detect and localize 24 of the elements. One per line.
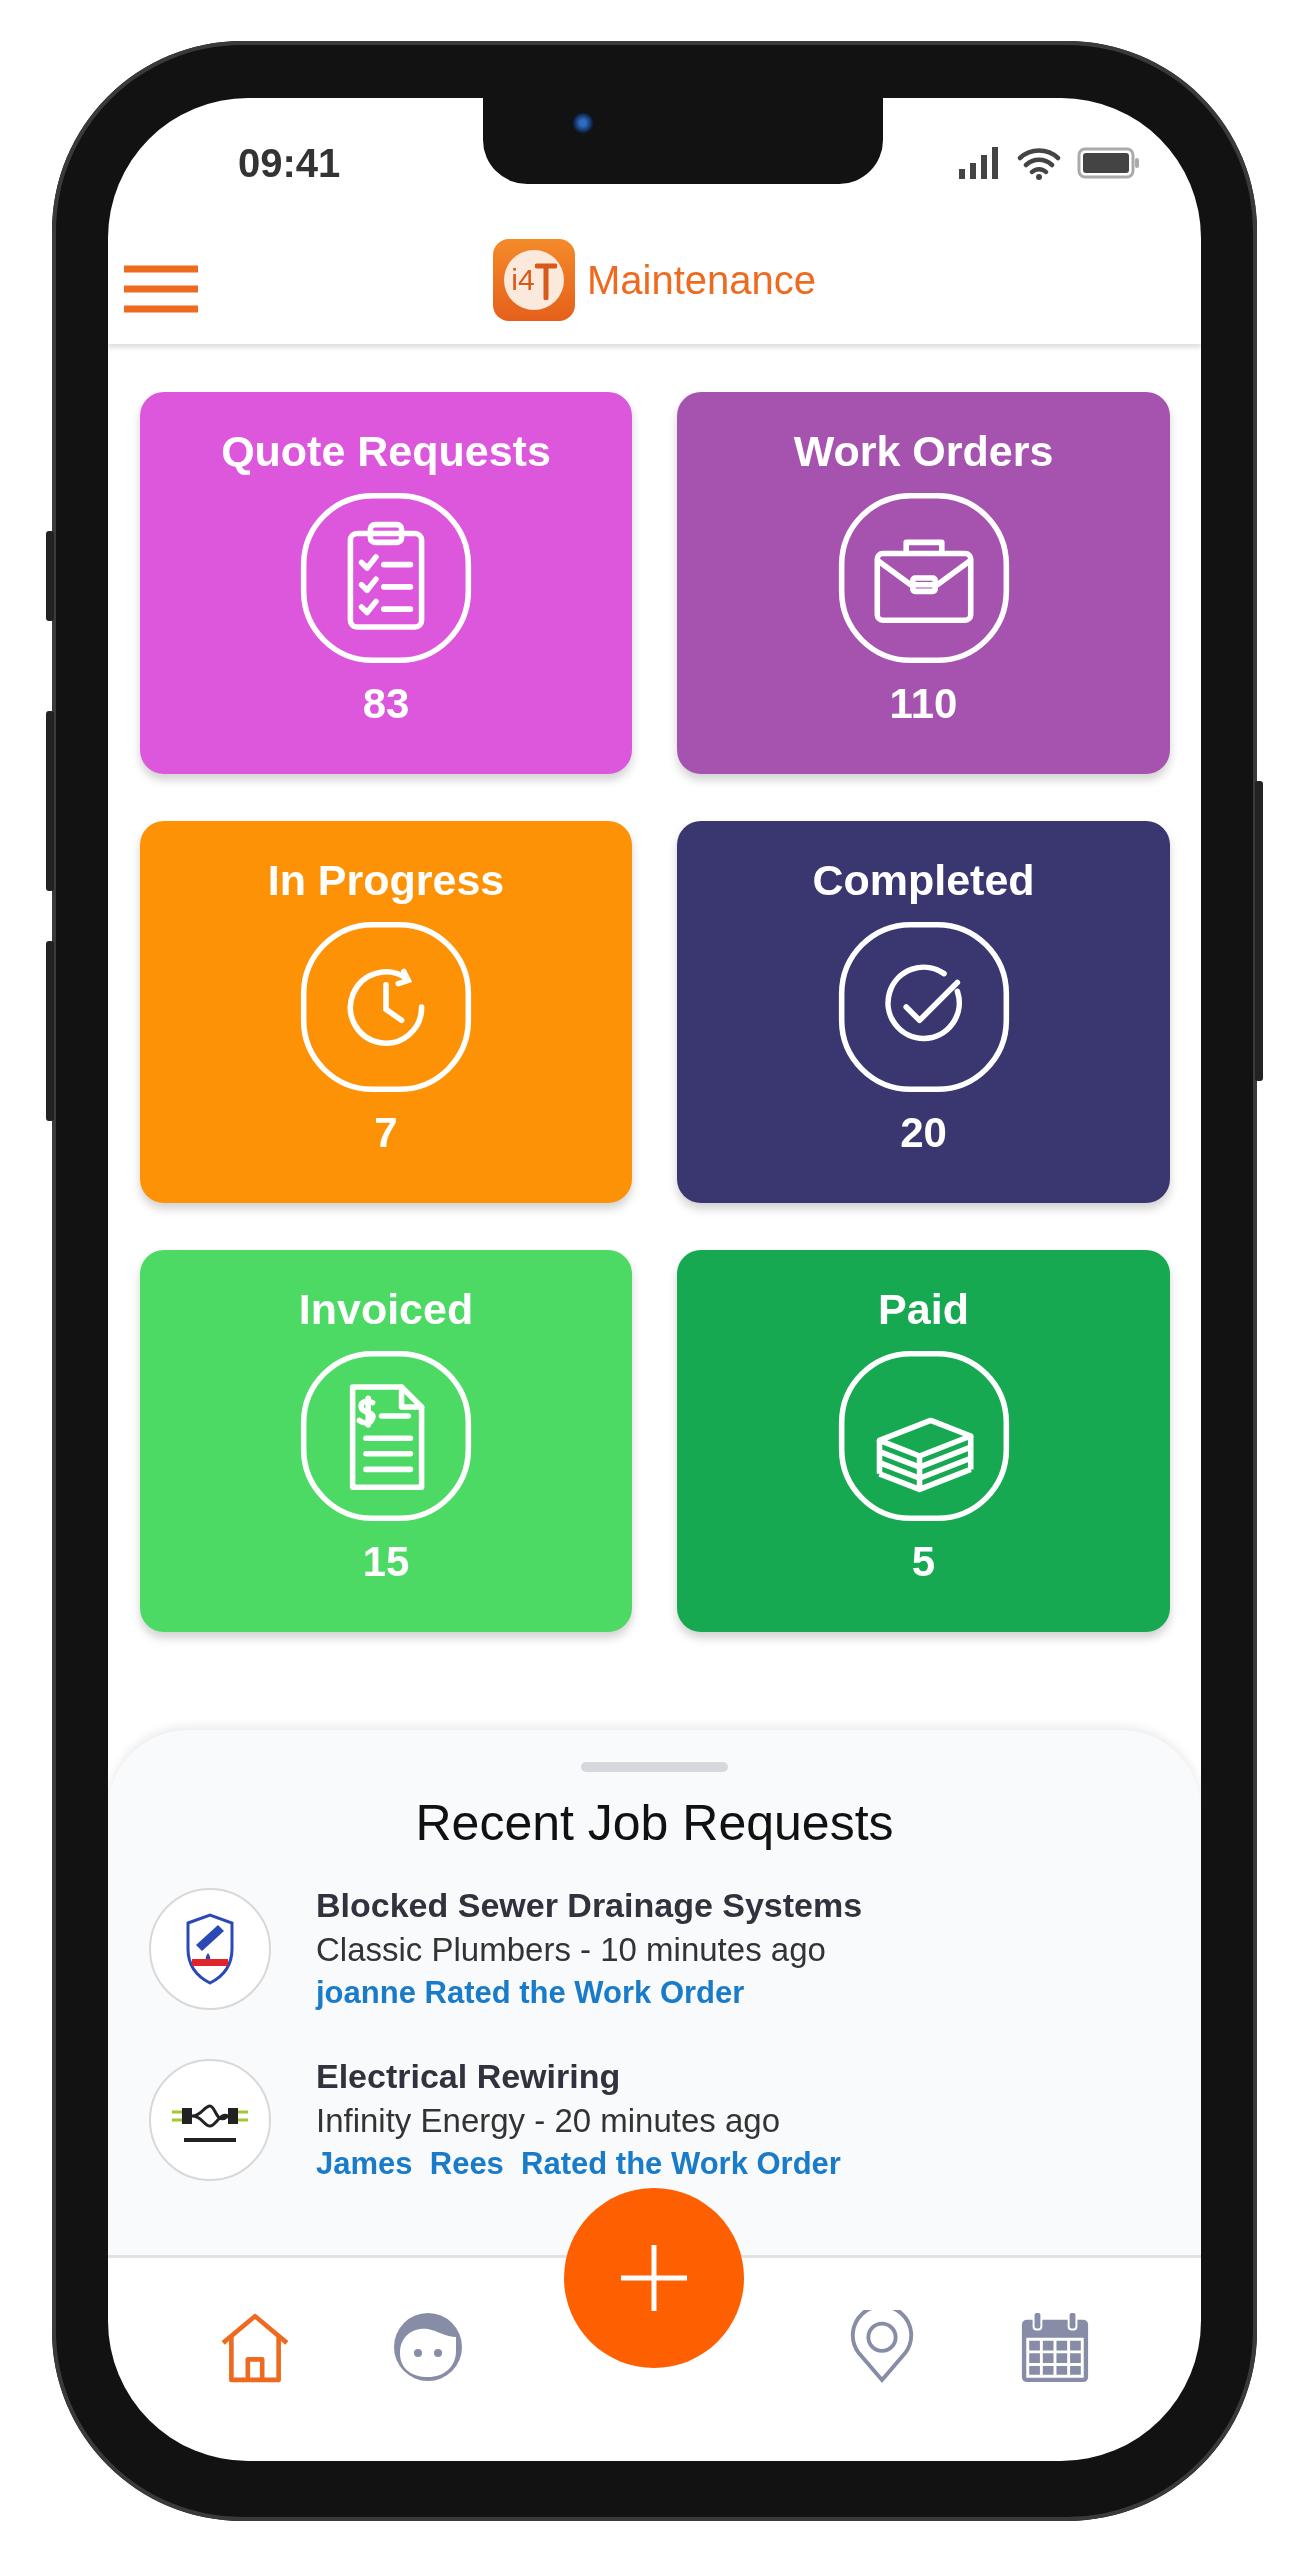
plus-icon[interactable]: [619, 2243, 689, 2313]
job-title[interactable]: Blocked Sewer Drainage Systems: [316, 1886, 863, 1925]
plumbing-logo-icon: [148, 1886, 272, 2011]
status-time: 09:41: [238, 140, 341, 186]
plug-logo-icon: [148, 2057, 272, 2182]
job-activity: joanne Rated the Work Order: [316, 1975, 746, 2011]
job-subtitle: Classic Plumbers - 10 minutes ago: [316, 1931, 827, 1969]
wifi-icon: [1017, 146, 1061, 180]
profile-icon[interactable]: [391, 2310, 464, 2384]
sheet-handle[interactable]: [581, 1762, 728, 1772]
status-tile[interactable]: Completed 20: [677, 821, 1170, 1203]
app-title: Maintenance: [586, 257, 816, 303]
section-title: Recent Job Requests: [415, 1794, 894, 1852]
signal-icon: [959, 147, 1001, 179]
status-tile[interactable]: Quote Requests 83: [140, 392, 632, 774]
job-activity: James Rees Rated the Work Order: [316, 2146, 841, 2182]
camera-icon: [572, 112, 594, 134]
status-tile[interactable]: Paid 5: [677, 1250, 1170, 1632]
app-logo: i4: [492, 239, 575, 321]
job-title[interactable]: Electrical Rewiring: [316, 2057, 841, 2096]
menu-button[interactable]: [124, 264, 198, 314]
status-tile[interactable]: Work Orders 110: [677, 392, 1170, 774]
job-subtitle: Infinity Energy - 20 minutes ago: [316, 2102, 782, 2140]
battery-icon: [1077, 147, 1141, 179]
